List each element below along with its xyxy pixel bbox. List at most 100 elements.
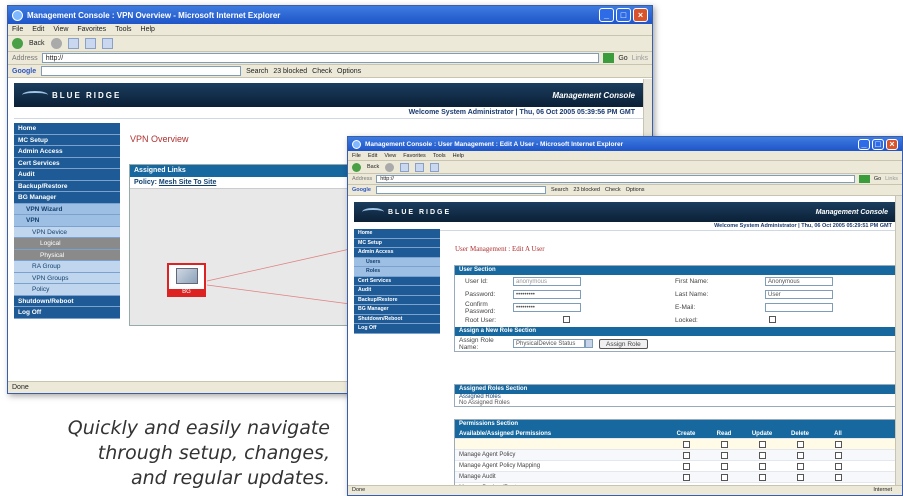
sidebar-item-vpn-groups[interactable]: VPN Groups	[14, 272, 120, 284]
menu-favorites[interactable]: Favorites	[77, 26, 106, 33]
back-arrow-icon[interactable]	[12, 38, 23, 49]
perm-update-checkbox[interactable]	[758, 462, 766, 470]
links-label[interactable]: Links	[632, 55, 648, 62]
perm-update-checkbox[interactable]	[758, 451, 766, 459]
sidebar-item-shutdown-reboot[interactable]: Shutdown/Reboot	[354, 315, 440, 324]
go-arrow-icon[interactable]	[858, 175, 870, 183]
last-name-input[interactable]: User	[765, 290, 833, 299]
minimize-icon[interactable]: _	[858, 138, 870, 150]
select-all-read-checkbox[interactable]	[720, 440, 728, 448]
menu-edit[interactable]: Edit	[32, 26, 44, 33]
bg-device-node[interactable]: BG	[167, 263, 206, 297]
select-all-all-checkbox[interactable]	[834, 440, 842, 448]
sidebar-item-backup-restore[interactable]: Backup/Restore	[354, 296, 440, 305]
refresh-icon[interactable]	[84, 38, 96, 49]
sidebar-item-audit[interactable]: Audit	[354, 286, 440, 296]
perm-read-checkbox[interactable]	[720, 462, 728, 470]
menu-favorites[interactable]: Favorites	[403, 153, 426, 159]
google-search-button[interactable]: Search	[551, 187, 568, 193]
perm-create-checkbox[interactable]	[682, 473, 690, 481]
policy-link[interactable]: Mesh Site To Site	[159, 179, 216, 186]
sidebar-item-roles[interactable]: Roles	[354, 267, 440, 277]
sidebar-item-vpn-device[interactable]: VPN Device	[14, 226, 120, 238]
menu-help[interactable]: Help	[453, 153, 464, 159]
forward-arrow-icon[interactable]	[50, 38, 62, 49]
popup-blocked-count[interactable]: 23 blocked	[273, 68, 307, 75]
sidebar-item-users[interactable]: Users	[354, 257, 440, 267]
sidebar-item-bg-manager[interactable]: BG Manager	[14, 192, 120, 204]
perm-create-checkbox[interactable]	[682, 462, 690, 470]
perm-all-checkbox[interactable]	[834, 462, 842, 470]
google-options-button[interactable]: Options	[626, 187, 645, 193]
sidebar-item-admin-access[interactable]: Admin Access	[354, 248, 440, 258]
sidebar-item-policy[interactable]: Policy	[14, 284, 120, 296]
sidebar-item-cert-services[interactable]: Cert Services	[14, 158, 120, 169]
perm-delete-checkbox[interactable]	[796, 473, 804, 481]
forward-arrow-icon[interactable]	[385, 162, 395, 172]
spell-check-button[interactable]: Check	[605, 187, 621, 193]
sidebar-item-cert-services[interactable]: Cert Services	[354, 277, 440, 286]
front-titlebar[interactable]: Management Console : User Management : E…	[348, 137, 902, 151]
links-label[interactable]: Links	[885, 176, 898, 182]
perm-read-checkbox[interactable]	[720, 473, 728, 481]
google-search-input[interactable]	[375, 186, 546, 194]
perm-read-checkbox[interactable]	[720, 451, 728, 459]
address-input[interactable]: http://	[376, 175, 855, 183]
confirm-password-input[interactable]: •••••••••	[513, 303, 581, 312]
menu-tools[interactable]: Tools	[433, 153, 446, 159]
menu-tools[interactable]: Tools	[115, 26, 131, 33]
password-input[interactable]: •••••••••	[513, 290, 581, 299]
stop-icon[interactable]	[400, 162, 410, 172]
perm-delete-checkbox[interactable]	[796, 462, 804, 470]
sidebar-item-home[interactable]: Home	[354, 229, 440, 239]
select-all-create-checkbox[interactable]	[682, 440, 690, 448]
sidebar-item-logical[interactable]: Logical	[14, 238, 120, 250]
back-button-label[interactable]: Back	[367, 164, 379, 170]
front-scrollbar[interactable]	[895, 196, 902, 485]
stop-icon[interactable]	[67, 38, 79, 49]
locked-checkbox[interactable]	[769, 316, 776, 323]
google-options-button[interactable]: Options	[337, 68, 361, 75]
email-input[interactable]	[765, 303, 833, 312]
home-icon[interactable]	[101, 38, 113, 49]
perm-create-checkbox[interactable]	[682, 451, 690, 459]
sidebar-item-backup-restore[interactable]: Backup/Restore	[14, 181, 120, 192]
minimize-icon[interactable]: _	[599, 8, 614, 22]
menu-edit[interactable]: Edit	[368, 153, 377, 159]
assign-role-button[interactable]: Assign Role	[599, 338, 648, 349]
perm-all-checkbox[interactable]	[834, 451, 842, 459]
back-arrow-icon[interactable]	[352, 162, 361, 172]
back-titlebar[interactable]: Management Console : VPN Overview - Micr…	[8, 6, 652, 24]
select-all-update-checkbox[interactable]	[758, 440, 766, 448]
go-label[interactable]: Go	[618, 55, 627, 62]
menu-view[interactable]: View	[384, 153, 396, 159]
root-user-checkbox[interactable]	[563, 316, 570, 323]
user-id-input[interactable]: anonymous	[513, 277, 581, 286]
first-name-input[interactable]: Anonymous	[765, 277, 833, 286]
sidebar-item-audit[interactable]: Audit	[14, 169, 120, 181]
sidebar-item-vpn-wizard[interactable]: VPN Wizard	[14, 203, 120, 215]
go-arrow-icon[interactable]	[603, 53, 615, 63]
back-button-label[interactable]: Back	[29, 40, 45, 47]
close-icon[interactable]: ×	[886, 138, 898, 150]
sidebar-item-mc-setup[interactable]: MC Setup	[14, 135, 120, 146]
sidebar-item-log-off[interactable]: Log Off	[354, 324, 440, 334]
refresh-icon[interactable]	[415, 162, 425, 172]
address-input[interactable]: http://	[41, 53, 600, 63]
menu-help[interactable]: Help	[141, 26, 155, 33]
sidebar-item-physical[interactable]: Physical	[14, 249, 120, 261]
sidebar-item-mc-setup[interactable]: MC Setup	[354, 239, 440, 248]
menu-file[interactable]: File	[12, 26, 23, 33]
home-icon[interactable]	[430, 162, 440, 172]
sidebar-item-home[interactable]: Home	[14, 123, 120, 135]
google-search-button[interactable]: Search	[246, 68, 268, 75]
close-icon[interactable]: ×	[633, 8, 648, 22]
sidebar-item-bg-manager[interactable]: BG Manager	[354, 305, 440, 315]
sidebar-item-log-off[interactable]: Log Off	[14, 307, 120, 319]
perm-all-checkbox[interactable]	[834, 473, 842, 481]
menu-view[interactable]: View	[53, 26, 68, 33]
sidebar-item-vpn[interactable]: VPN	[14, 215, 120, 227]
google-search-input[interactable]	[41, 66, 242, 76]
perm-delete-checkbox[interactable]	[796, 451, 804, 459]
maximize-icon[interactable]: □	[872, 138, 884, 150]
